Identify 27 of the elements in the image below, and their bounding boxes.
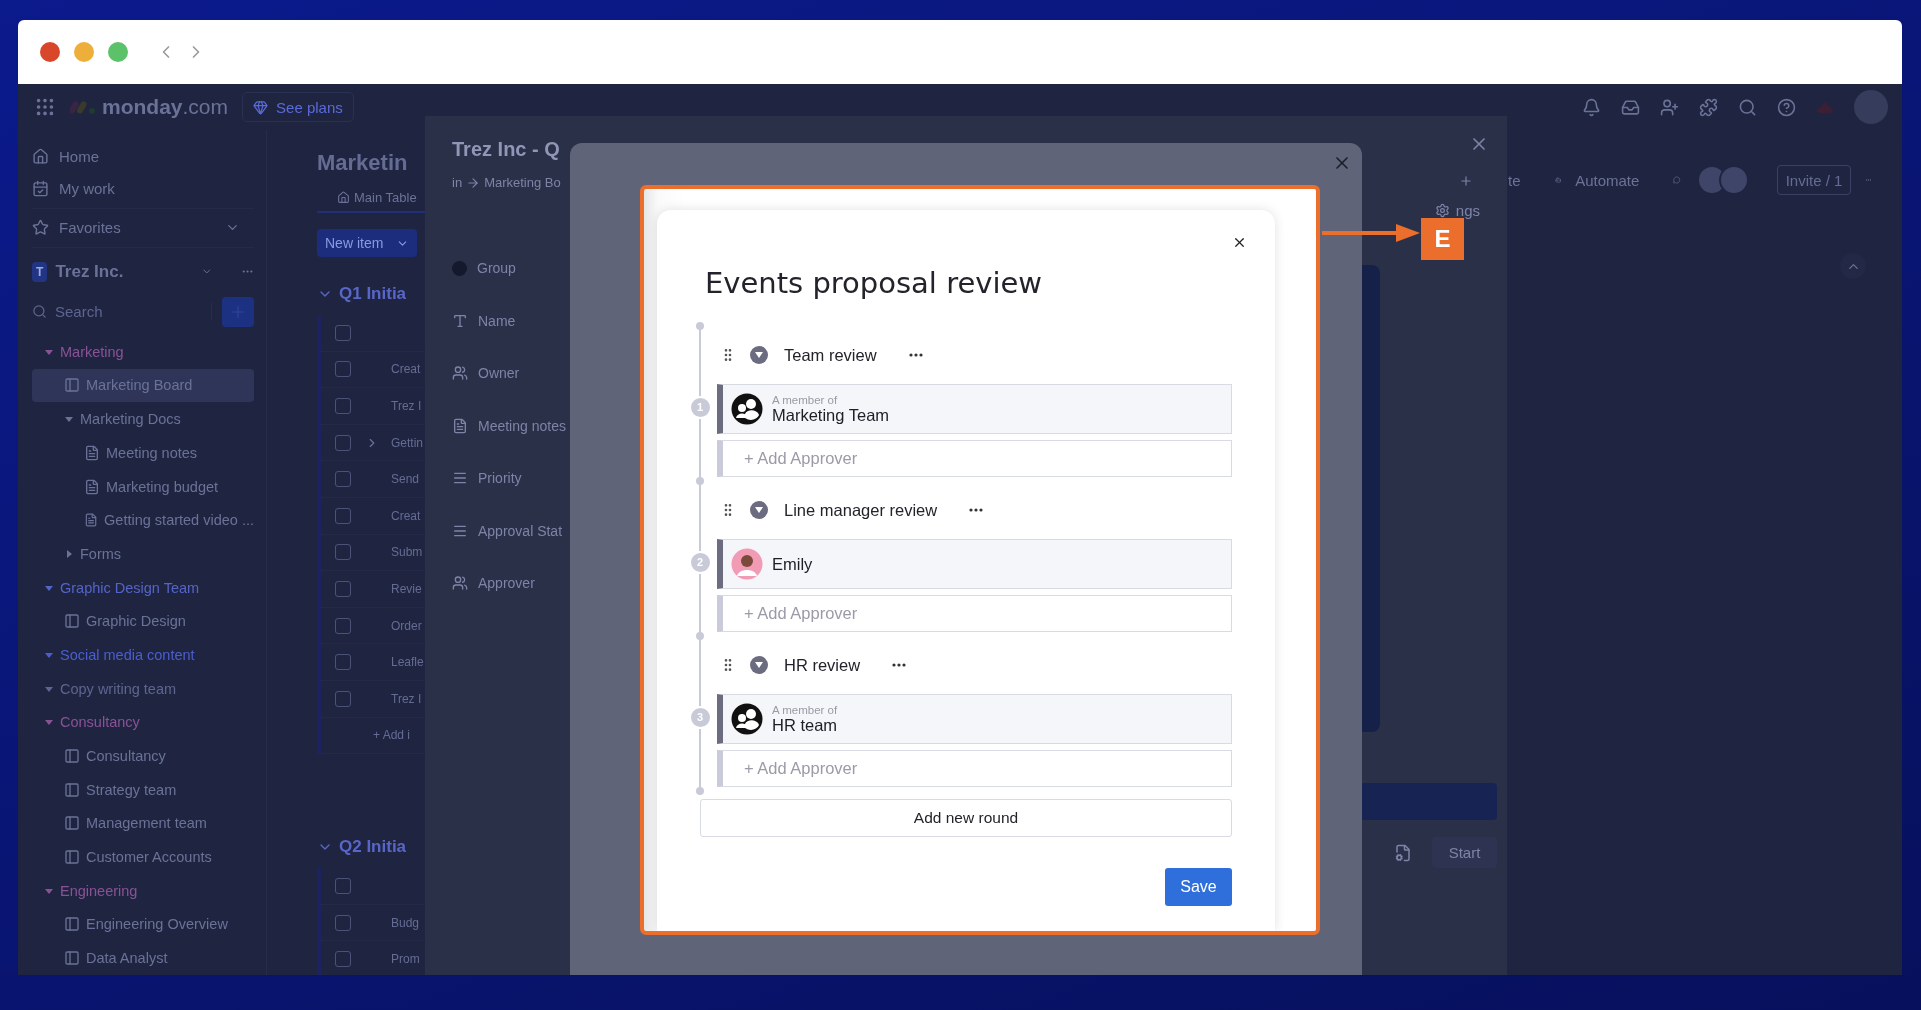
approver-name: Emily bbox=[772, 554, 813, 574]
item-title: Trez Inc - Q bbox=[452, 138, 561, 161]
table-cell: Order bbox=[391, 618, 422, 633]
table-cell: Prom bbox=[391, 952, 420, 967]
approver-caption: A member of bbox=[772, 703, 838, 716]
board-title: Marketin bbox=[317, 150, 409, 176]
table-cell: Budg bbox=[391, 915, 420, 930]
table-cell: Trez I bbox=[391, 691, 422, 706]
table-cell: Subm bbox=[391, 545, 423, 560]
logo-text: monday.com bbox=[102, 95, 229, 119]
table-cell: Gettin bbox=[391, 435, 423, 450]
approver-name: HR team bbox=[772, 715, 838, 735]
table-cell: Leafle bbox=[391, 655, 424, 670]
table-cell: Creat bbox=[391, 508, 421, 523]
approver-name: Marketing Team bbox=[772, 405, 890, 425]
round-title: HR review bbox=[784, 655, 861, 675]
round-title: Line manager review bbox=[784, 500, 938, 520]
dialog-title: Events proposal review bbox=[705, 265, 1044, 302]
approver-caption: A member of bbox=[772, 393, 839, 406]
table-cell: Revie bbox=[391, 581, 422, 596]
table-cell: Send bbox=[391, 472, 420, 487]
table-cell: Trez I bbox=[391, 399, 422, 413]
round-title: Team review bbox=[784, 345, 877, 365]
workspace-badge: T bbox=[32, 261, 48, 282]
table-cell: Creat bbox=[391, 362, 421, 377]
annotation-label: E bbox=[1421, 218, 1464, 260]
breadcrumb-prefix: in bbox=[452, 175, 463, 190]
